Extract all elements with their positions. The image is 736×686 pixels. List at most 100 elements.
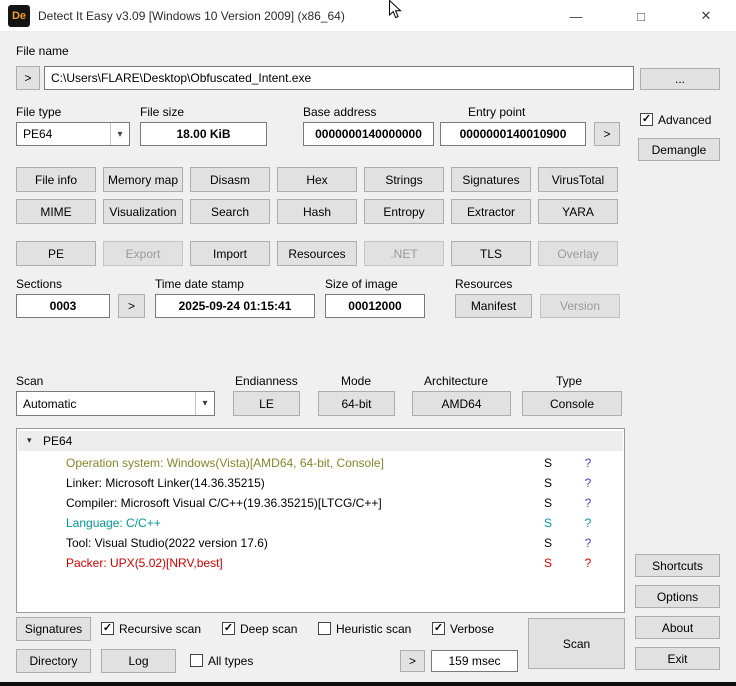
overlay-button: Overlay	[538, 241, 618, 266]
pe-button[interactable]: PE	[16, 241, 96, 266]
file-name-label: File name	[16, 44, 69, 58]
file-type-label: File type	[16, 105, 61, 119]
all-types-checkbox[interactable]	[190, 654, 203, 667]
manifest-button[interactable]: Manifest	[455, 294, 532, 318]
detect-it-easy-window: De Detect It Easy v3.09 [Windows 10 Vers…	[0, 0, 736, 686]
file-size-value[interactable]: 18.00 KiB	[140, 122, 267, 146]
result-signature-link[interactable]: S	[537, 556, 559, 570]
options-button[interactable]: Options	[635, 585, 720, 608]
titlebar[interactable]: De Detect It Easy v3.09 [Windows 10 Vers…	[0, 0, 736, 32]
verbose-checkbox[interactable]: ✓	[432, 622, 445, 635]
result-row-language[interactable]: Language: C/C++ S ?	[18, 513, 623, 533]
result-signature-link[interactable]: S	[537, 476, 559, 490]
tls-button[interactable]: TLS	[451, 241, 531, 266]
time-date-stamp-input[interactable]: 2025-09-24 01:15:41	[155, 294, 315, 318]
scan-method-value: Automatic	[17, 397, 195, 411]
tool-button-memory-map[interactable]: Memory map	[103, 167, 183, 192]
base-address-input[interactable]: 0000000140000000	[303, 122, 434, 146]
result-info-link[interactable]: ?	[577, 556, 599, 570]
about-button[interactable]: About	[635, 616, 720, 639]
tool-button-yara[interactable]: YARA	[538, 199, 618, 224]
scan-method-select[interactable]: Automatic ▾	[16, 391, 215, 416]
tool-button-hash[interactable]: Hash	[277, 199, 357, 224]
heuristic-scan-label[interactable]: Heuristic scan	[336, 622, 411, 636]
endianness-button[interactable]: LE	[233, 391, 300, 416]
result-row-operation-system[interactable]: Operation system: Windows(Vista)[AMD64, …	[18, 453, 623, 473]
elapsed-goto-button[interactable]: >	[400, 650, 425, 672]
file-type-select[interactable]: PE64 ▾	[16, 122, 130, 146]
log-button[interactable]: Log	[101, 649, 176, 673]
check-icon: ✓	[103, 623, 112, 634]
size-of-image-input[interactable]: 00012000	[325, 294, 425, 318]
base-address-label: Base address	[303, 105, 376, 119]
scan-button[interactable]: Scan	[528, 618, 625, 669]
result-text: Tool: Visual Studio(2022 version 17.6)	[66, 536, 268, 550]
result-info-link[interactable]: ?	[577, 476, 599, 490]
result-signature-link[interactable]: S	[537, 516, 559, 530]
tree-root-label: PE64	[43, 434, 72, 448]
file-path-input[interactable]: C:\Users\FLARE\Desktop\Obfuscated_Intent…	[44, 66, 634, 90]
recursive-scan-checkbox[interactable]: ✓	[101, 622, 114, 635]
export-button: Export	[103, 241, 183, 266]
chevron-down-icon: ▾	[110, 123, 129, 145]
result-signature-link[interactable]: S	[537, 536, 559, 550]
tool-button-strings[interactable]: Strings	[364, 167, 444, 192]
sections-label: Sections	[16, 277, 62, 291]
advanced-checkbox-label[interactable]: Advanced	[658, 113, 711, 127]
signatures-button[interactable]: Signatures	[16, 617, 91, 641]
exit-button[interactable]: Exit	[635, 647, 720, 670]
result-info-link[interactable]: ?	[577, 536, 599, 550]
sections-goto-button[interactable]: >	[118, 294, 145, 318]
tool-button-extractor[interactable]: Extractor	[451, 199, 531, 224]
result-signature-link[interactable]: S	[537, 496, 559, 510]
open-file-button[interactable]: >	[16, 66, 40, 90]
result-row-packer[interactable]: Packer: UPX(5.02)[NRV,best] S ?	[18, 553, 623, 573]
result-row-linker[interactable]: Linker: Microsoft Linker(14.36.35215) S …	[18, 473, 623, 493]
mode-button[interactable]: 64-bit	[318, 391, 395, 416]
tool-button-entropy[interactable]: Entropy	[364, 199, 444, 224]
deep-scan-label[interactable]: Deep scan	[240, 622, 297, 636]
heuristic-scan-checkbox[interactable]	[318, 622, 331, 635]
window-title: Detect It Easy v3.09 [Windows 10 Version…	[38, 0, 345, 32]
resources-button[interactable]: Resources	[277, 241, 357, 266]
result-text: Language: C/C++	[66, 516, 161, 530]
tool-button-search[interactable]: Search	[190, 199, 270, 224]
all-types-label[interactable]: All types	[208, 654, 253, 668]
tool-button-mime[interactable]: MIME	[16, 199, 96, 224]
tool-button-virustotal[interactable]: VirusTotal	[538, 167, 618, 192]
close-button[interactable]: ✕	[689, 0, 723, 32]
file-size-label: File size	[140, 105, 184, 119]
result-row-tool[interactable]: Tool: Visual Studio(2022 version 17.6) S…	[18, 533, 623, 553]
tool-button-hex[interactable]: Hex	[277, 167, 357, 192]
result-signature-link[interactable]: S	[537, 456, 559, 470]
recursive-scan-label[interactable]: Recursive scan	[119, 622, 201, 636]
chevron-down-icon: ▾	[195, 392, 214, 415]
result-info-link[interactable]: ?	[577, 456, 599, 470]
minimize-button[interactable]: —	[559, 0, 593, 32]
verbose-label[interactable]: Verbose	[450, 622, 494, 636]
maximize-button[interactable]: □	[624, 0, 658, 32]
architecture-button[interactable]: AMD64	[412, 391, 511, 416]
result-row-compiler[interactable]: Compiler: Microsoft Visual C/C++(19.36.3…	[18, 493, 623, 513]
collapse-triangle-icon[interactable]: ▾	[27, 435, 32, 446]
import-button[interactable]: Import	[190, 241, 270, 266]
browse-button[interactable]: ...	[640, 68, 720, 90]
result-info-link[interactable]: ?	[577, 516, 599, 530]
window-bottom-edge	[0, 682, 736, 686]
tool-button-file-info[interactable]: File info	[16, 167, 96, 192]
tool-button-disasm[interactable]: Disasm	[190, 167, 270, 192]
tool-button-signatures[interactable]: Signatures	[451, 167, 531, 192]
advanced-checkbox[interactable]: ✓	[640, 113, 653, 126]
deep-scan-checkbox[interactable]: ✓	[222, 622, 235, 635]
sections-count-input[interactable]: 0003	[16, 294, 110, 318]
type-button[interactable]: Console	[522, 391, 622, 416]
directory-button[interactable]: Directory	[16, 649, 91, 673]
entry-point-label: Entry point	[468, 105, 525, 119]
result-info-link[interactable]: ?	[577, 496, 599, 510]
entry-point-goto-button[interactable]: >	[594, 122, 620, 146]
shortcuts-button[interactable]: Shortcuts	[635, 554, 720, 577]
entry-point-input[interactable]: 0000000140010900	[440, 122, 586, 146]
demangle-button[interactable]: Demangle	[638, 138, 720, 161]
tool-button-visualization[interactable]: Visualization	[103, 199, 183, 224]
tree-root-row[interactable]: ▾ PE64	[18, 431, 623, 451]
